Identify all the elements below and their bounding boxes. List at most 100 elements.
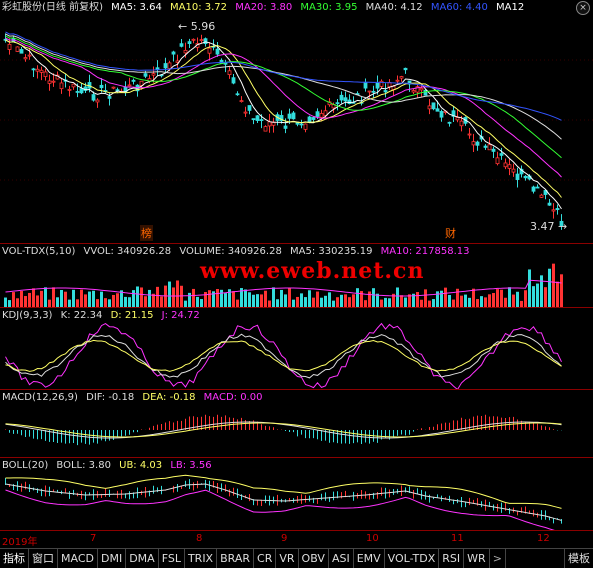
tab-wr[interactable]: WR [464,549,490,568]
candle-body [487,144,492,151]
tab-vr[interactable]: VR [276,549,299,568]
volume-bar [104,298,107,307]
tab-asi[interactable]: ASI [329,549,354,568]
ma20-value: MA20: 3.80 [235,2,293,13]
candle-body [291,112,296,120]
candle-body [267,121,272,127]
volume-bar [92,290,95,307]
volume-bar [448,294,451,307]
volume-bar [112,294,115,307]
macd-panel[interactable]: MACD(12,26,9) DIF: -0.18 DEA: -0.18 MACD… [0,389,593,457]
candle-body [287,113,292,119]
volume-bar [512,294,515,307]
tab-window[interactable]: 窗口 [29,549,58,568]
macd-dea-line [5,422,562,438]
tab-dmi[interactable]: DMI [98,549,127,568]
volume-bar [496,289,499,307]
kline-panel[interactable]: 彩虹股份(日线 前复权) MA5: 3.64 MA10: 3.72 MA20: … [0,0,593,243]
candle-body [307,116,312,123]
volume-bar [136,286,139,307]
volume-bar [540,275,543,307]
candle-body [423,89,428,96]
tab-macd[interactable]: MACD [58,549,98,568]
candle-body [163,63,168,69]
low-price-label: 3.47 → [530,220,568,233]
volume-bar [272,287,275,307]
cai-marker[interactable]: 财 [445,225,456,241]
candle-body [283,125,288,129]
boll-panel[interactable]: BOLL(20) BOLL: 3.80 UB: 4.03 LB: 3.56 [0,457,593,531]
tab-emv[interactable]: EMV [354,549,385,568]
candle-body [247,105,252,111]
candle-body [383,90,388,93]
kdj-j-line [5,322,562,390]
candle-body [303,123,308,130]
axis-label-dec: 12 [537,533,550,544]
volume-bar [68,299,71,307]
candle-body [231,77,236,84]
candle-body [15,46,20,52]
vol-indicator-name: VOL-TDX(5,10) [2,246,76,257]
candle-body [243,111,248,114]
candle-body [47,80,52,84]
volume-bar [396,287,399,307]
macd-dif-line [5,421,562,439]
volume-bar [556,281,559,307]
tab-scroll-right-icon[interactable]: > [490,549,506,568]
candle-body [263,126,268,132]
volume-bar [124,296,127,307]
tab-cr[interactable]: CR [254,549,277,568]
candle-body [43,71,48,78]
ma60-value: MA60: 4.40 [430,2,488,13]
volume-bar [16,298,19,307]
candle-body [427,105,432,110]
candle-body [215,48,220,55]
candle-body [539,194,544,198]
tab-indicator[interactable]: 指标 [0,549,29,568]
kline-chart[interactable] [0,0,593,243]
tab-brar[interactable]: BRAR [217,549,255,568]
volume-bar [140,287,143,307]
volume-bar [452,299,455,307]
candle-body [375,82,380,89]
candle-body [455,117,460,121]
candle-body [67,89,72,91]
candle-body [227,70,232,75]
candle-body [59,82,64,90]
volume-bar [344,294,347,307]
boll-lower-band [5,489,559,531]
vol-ma5-value: MA5: 330235.19 [290,246,373,257]
volume-bar [44,287,47,307]
tab-rsi[interactable]: RSI [439,549,465,568]
volume-value: VOLUME: 340926.28 [179,246,282,257]
kdj-panel[interactable]: KDJ(9,3,3) K: 22.34 D: 21.15 J: 24.72 [0,307,593,390]
volume-bar [368,291,371,307]
tab-vol-tdx[interactable]: VOL-TDX [385,549,440,568]
volume-bar [544,287,547,307]
tab-trix[interactable]: TRIX [185,549,218,568]
volume-bar [416,291,419,307]
volume-bar [244,289,247,307]
volume-bar [64,291,67,307]
volume-bar [492,292,495,307]
candle-body [51,80,56,83]
volume-bar [384,297,387,307]
boll-ub-value: UB: 4.03 [119,460,163,471]
tab-dma[interactable]: DMA [126,549,159,568]
volume-bar [236,299,239,307]
volume-bar [116,293,119,307]
volume-bar [404,297,407,307]
candle-body [515,173,520,180]
volume-bar [72,289,75,307]
candle-body [459,120,464,127]
tab-template[interactable]: 模板 [564,549,593,568]
close-icon[interactable]: × [576,1,590,15]
tab-obv[interactable]: OBV [299,549,329,568]
candle-body [23,57,28,60]
volume-bar [292,299,295,307]
bang-marker[interactable]: 榜 [140,225,153,241]
volume-bar [472,288,475,307]
volume-bar [224,293,227,307]
tab-fsl[interactable]: FSL [159,549,185,568]
candle-body [191,38,196,41]
